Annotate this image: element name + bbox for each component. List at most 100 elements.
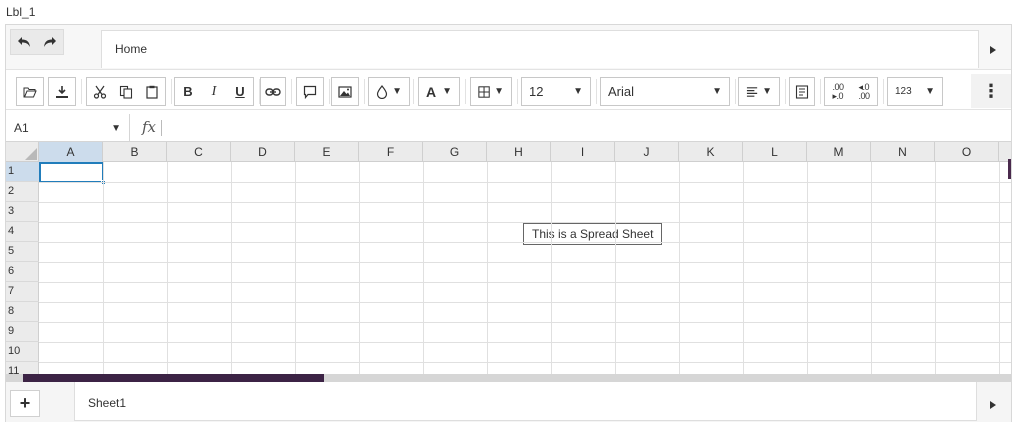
tab-scroll-right-button[interactable] (983, 37, 1003, 63)
column-header-j[interactable]: J (615, 142, 679, 162)
toolbar-separator (596, 79, 597, 104)
comment-button[interactable] (296, 77, 324, 106)
fill-color-dropdown[interactable]: ▼ (368, 77, 410, 106)
font-family-value: Arial (608, 84, 635, 99)
font-size-dropdown[interactable]: 12 ▼ (521, 77, 591, 106)
toolbar-separator (785, 79, 786, 104)
row-header-3[interactable]: 3 (6, 202, 39, 222)
cut-button[interactable] (87, 78, 113, 105)
column-header-e[interactable]: E (295, 142, 359, 162)
column-header-m[interactable]: M (807, 142, 871, 162)
toolbar-separator (81, 79, 82, 104)
chevron-down-icon: ▼ (442, 86, 452, 97)
column-header-b[interactable]: B (103, 142, 167, 162)
increase-decimal-button[interactable]: .00 ▸.0 (825, 78, 851, 105)
font-size-value: 12 (529, 84, 544, 99)
plus-icon: + (19, 393, 31, 413)
row-header-2[interactable]: 2 (6, 182, 39, 202)
grid-row-line (39, 202, 1011, 203)
row-header-5[interactable]: 5 (6, 242, 39, 262)
copy-icon (119, 85, 133, 99)
clipboard-group (86, 77, 166, 106)
ribbon-tab-row: Home (6, 25, 1011, 69)
grid-row-line (39, 302, 1011, 303)
decrease-decimal-icon: ◂.0.00 (858, 81, 870, 101)
row-header-6[interactable]: 6 (6, 262, 39, 282)
chevron-down-icon[interactable]: ▼ (111, 123, 121, 134)
caret-right-icon (990, 401, 996, 409)
hyperlink-button[interactable] (260, 77, 286, 106)
scissors-icon (93, 85, 107, 99)
chevron-down-icon: ▼ (573, 86, 583, 97)
copy-button[interactable] (113, 78, 139, 105)
formula-separator (161, 120, 162, 136)
underline-button[interactable]: U (227, 78, 253, 105)
number-format-dropdown[interactable]: 123 ▼ (887, 77, 943, 106)
row-header-8[interactable]: 8 (6, 302, 39, 322)
column-header-f[interactable]: F (359, 142, 423, 162)
grid-row-line (39, 342, 1011, 343)
more-vertical-icon: ⋮ (982, 80, 1000, 101)
insert-image-button[interactable] (331, 77, 359, 106)
formula-input[interactable] (166, 114, 1011, 141)
row-header-7[interactable]: 7 (6, 282, 39, 302)
decimal-group: .00 ▸.0 ◂.0.00 (824, 77, 878, 106)
selected-cell[interactable] (39, 162, 106, 185)
bold-button[interactable]: B (175, 78, 201, 105)
name-box[interactable]: A1 ▼ (6, 114, 130, 141)
grid-row-line (39, 182, 1011, 183)
save-button[interactable] (48, 77, 76, 106)
grid-row-line (39, 242, 1011, 243)
chevron-down-icon: ▼ (494, 86, 504, 97)
underline-icon: U (235, 84, 245, 99)
column-header-g[interactable]: G (423, 142, 487, 162)
text-style-group: B I U (174, 77, 254, 106)
borders-icon (478, 85, 490, 98)
toolbar-separator (291, 79, 292, 104)
paste-button[interactable] (139, 78, 165, 105)
select-all-corner[interactable] (6, 142, 39, 162)
horizontal-scrollbar-thumb[interactable] (23, 374, 324, 382)
redo-button[interactable] (37, 30, 63, 54)
column-header-i[interactable]: I (551, 142, 615, 162)
row-header-10[interactable]: 10 (6, 342, 39, 362)
column-header-k[interactable]: K (679, 142, 743, 162)
tab-home[interactable]: Home (101, 30, 979, 68)
font-color-dropdown[interactable]: A ▼ (418, 77, 460, 106)
horizontal-align-dropdown[interactable]: ▼ (738, 77, 780, 106)
horizontal-scrollbar[interactable] (6, 374, 1011, 382)
fx-icon: fx (142, 118, 157, 136)
row-header-9[interactable]: 9 (6, 322, 39, 342)
chevron-down-icon: ▼ (712, 86, 722, 97)
borders-dropdown[interactable]: ▼ (470, 77, 512, 106)
home-toolbar: B I U ▼ A ▼ ▼ 12 ▼ Arial ▼ ▼ .00 ▸.0 ◂.0… (6, 69, 1011, 110)
column-header-l[interactable]: L (743, 142, 807, 162)
row-header-4[interactable]: 4 (6, 222, 39, 242)
font-family-dropdown[interactable]: Arial ▼ (600, 77, 730, 106)
chevron-down-icon: ▼ (762, 86, 772, 97)
decrease-decimal-button[interactable]: ◂.0.00 (851, 78, 877, 105)
sheet-scroll-right-button[interactable] (983, 394, 1003, 416)
undo-button[interactable] (11, 30, 37, 54)
column-header-a[interactable]: A (39, 142, 103, 162)
cell-area[interactable]: This is a Spread Sheet (39, 162, 1011, 374)
vertical-scrollbar-thumb[interactable] (1008, 159, 1011, 179)
row-header-1[interactable]: 1 (6, 162, 39, 182)
italic-button[interactable]: I (201, 78, 227, 105)
wrap-text-icon (795, 84, 809, 99)
add-sheet-button[interactable]: + (10, 390, 40, 417)
increase-decimal-icon: .00 ▸.0 (832, 81, 844, 101)
column-header-n[interactable]: N (871, 142, 935, 162)
column-header-d[interactable]: D (231, 142, 295, 162)
column-header-h[interactable]: H (487, 142, 551, 162)
more-options-button[interactable]: ⋮ (971, 74, 1011, 108)
bold-icon: B (183, 84, 193, 99)
column-header-c[interactable]: C (167, 142, 231, 162)
sheet-tab[interactable]: Sheet1 (74, 382, 977, 421)
wrap-text-button[interactable] (789, 77, 815, 106)
clipboard-icon (146, 85, 158, 99)
open-button[interactable] (16, 77, 44, 106)
column-header-o[interactable]: O (935, 142, 999, 162)
row-header-11[interactable]: 11 (6, 362, 39, 374)
grid-row-line (39, 262, 1011, 263)
